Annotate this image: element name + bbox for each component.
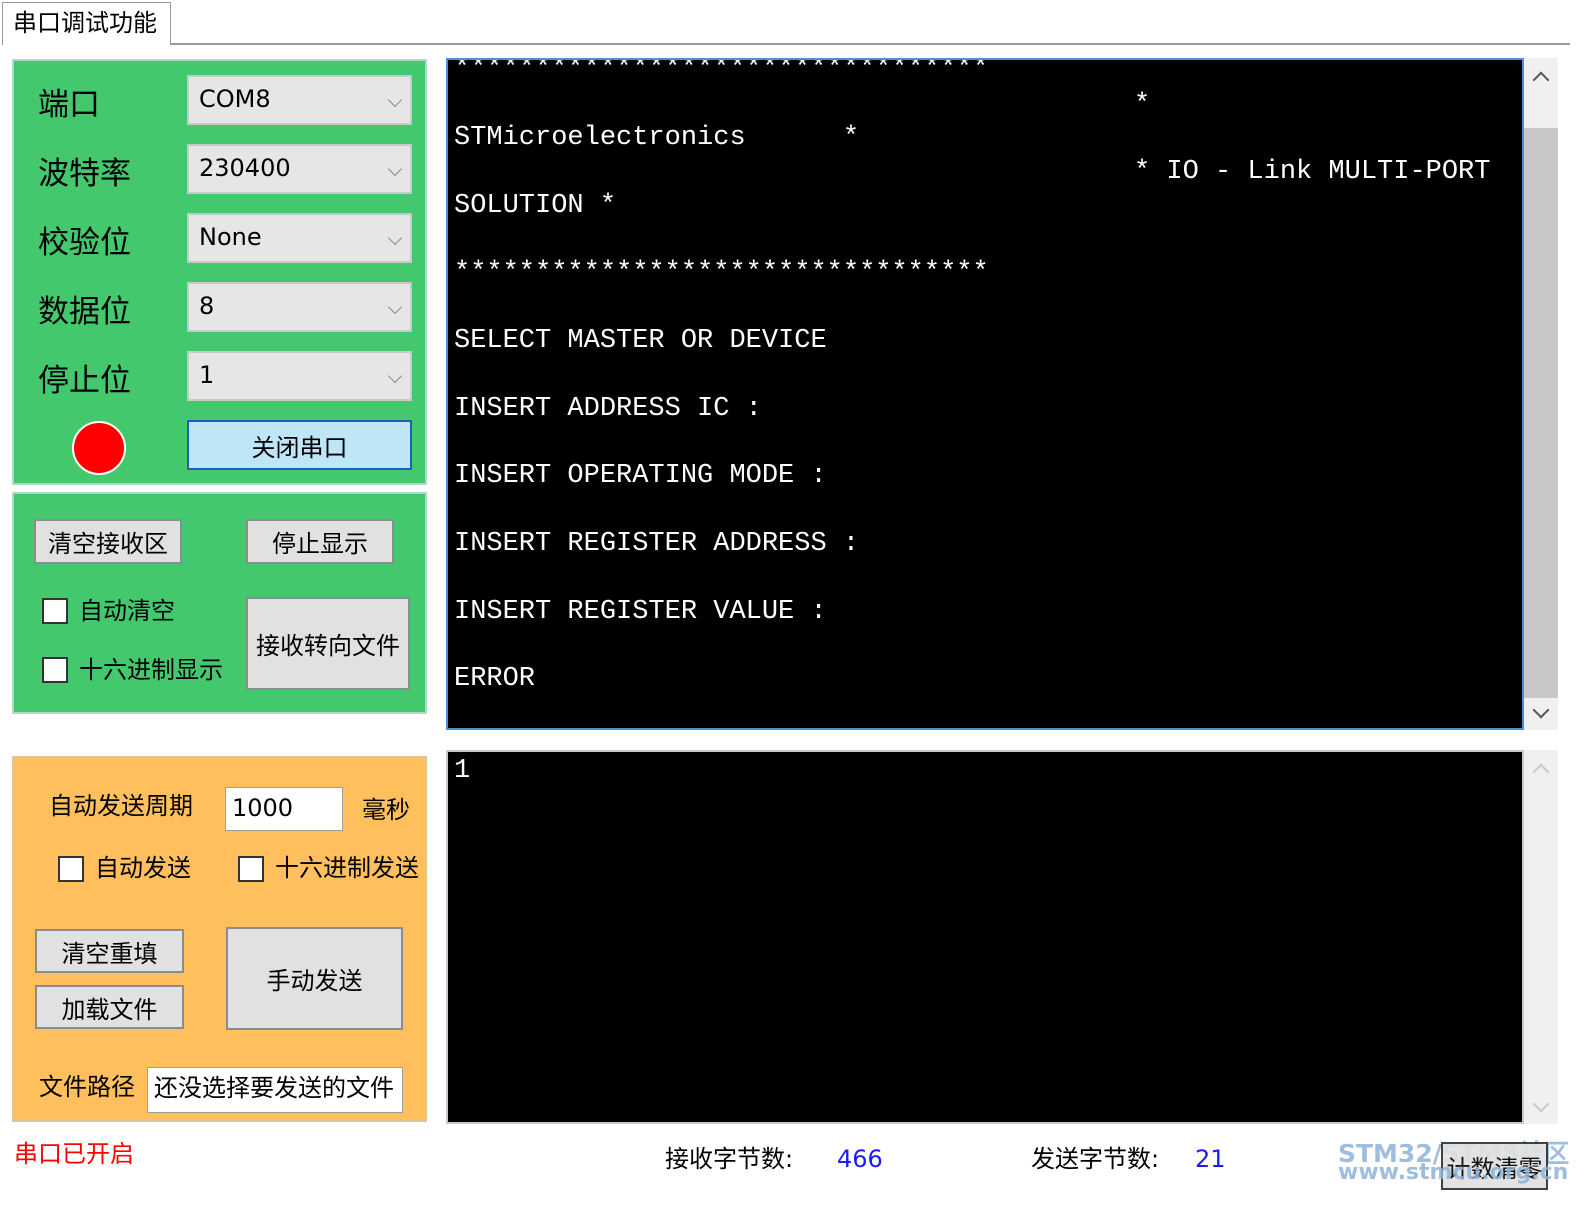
receive-options-panel: 清空接收区 停止显示 自动清空 十六进制显示 接收转向文件 <box>12 492 427 714</box>
manual-send-button[interactable]: 手动发送 <box>226 927 403 1030</box>
tab-serial-debug[interactable]: 串口调试功能 <box>2 2 171 45</box>
receive-line: SOLUTION * <box>454 191 616 221</box>
receive-line: INSERT REGISTER VALUE : <box>454 597 827 627</box>
rx-count-label: 接收字节数: <box>665 1142 793 1176</box>
port-status-text: 串口已开启 <box>14 1137 134 1171</box>
chevron-down-icon <box>388 231 402 245</box>
port-status-led <box>72 421 126 475</box>
port-label: 端口 <box>38 85 100 125</box>
receive-line: ********************************* <box>454 258 989 288</box>
hex-display-label: 十六进制显示 <box>79 653 223 687</box>
file-path-input[interactable]: 还没选择要发送的文件 <box>147 1067 403 1113</box>
serial-settings-panel: 端口 COM8 波特率 230400 校验位 None 数据位 8 停止位 1 … <box>12 59 427 485</box>
send-text: 1 <box>454 756 470 786</box>
watermark-line2: www.stmcu.org.cn <box>1338 1160 1568 1185</box>
auto-send-period-label: 自动发送周期 <box>49 789 193 823</box>
chevron-down-icon <box>388 93 402 107</box>
receive-line: * IO - Link MULTI-PORT <box>1134 157 1490 187</box>
send-scrollbar[interactable] <box>1524 750 1558 1124</box>
data-bits-select[interactable]: 8 <box>187 282 412 332</box>
clear-receive-button[interactable]: 清空接收区 <box>34 519 182 564</box>
receive-line: * <box>1134 90 1150 120</box>
parity-label: 校验位 <box>38 223 131 263</box>
chevron-down-icon <box>388 162 402 176</box>
scroll-up-icon[interactable] <box>1533 72 1550 89</box>
auto-send-checkbox[interactable] <box>58 856 84 882</box>
stop-bits-label: 停止位 <box>38 361 131 401</box>
period-unit-label: 毫秒 <box>362 793 410 827</box>
rx-count-value: 466 <box>837 1142 883 1176</box>
stop-bits-select[interactable]: 1 <box>187 351 412 401</box>
baud-rate-select[interactable]: 230400 <box>187 144 412 194</box>
receive-line: INSERT OPERATING MODE : <box>454 461 827 491</box>
data-bits-label: 数据位 <box>38 292 131 332</box>
baud-rate-label: 波特率 <box>38 154 131 194</box>
receive-line: SELECT MASTER OR DEVICE <box>454 326 827 356</box>
scroll-down-icon[interactable] <box>1533 702 1550 719</box>
stop-display-button[interactable]: 停止显示 <box>246 519 394 564</box>
baud-rate-value: 230400 <box>199 154 291 182</box>
hex-send-checkbox[interactable] <box>238 856 264 882</box>
auto-send-period-input[interactable]: 1000 <box>225 787 343 831</box>
port-select[interactable]: COM8 <box>187 75 412 125</box>
receive-line: INSERT ADDRESS IC : <box>454 394 762 424</box>
receive-scrollbar[interactable] <box>1524 58 1558 730</box>
chevron-down-icon <box>388 369 402 383</box>
send-area[interactable]: 1 <box>446 750 1524 1124</box>
chevron-down-icon <box>388 300 402 314</box>
receive-line: ERROR <box>454 664 535 694</box>
receive-line: STMicroelectronics * <box>454 123 859 153</box>
scroll-down-icon[interactable] <box>1533 1096 1550 1113</box>
tx-count-value: 21 <box>1195 1142 1226 1176</box>
redirect-to-file-button[interactable]: 接收转向文件 <box>246 597 410 690</box>
auto-send-label: 自动发送 <box>95 851 191 885</box>
send-options-panel: 自动发送周期 1000 毫秒 自动发送 十六进制发送 清空重填 加载文件 手动发… <box>12 756 427 1122</box>
parity-value: None <box>199 223 262 251</box>
tx-count-label: 发送字节数: <box>1031 1142 1159 1176</box>
stop-bits-value: 1 <box>199 361 214 389</box>
port-value: COM8 <box>199 85 271 113</box>
receive-line: ********************************* <box>454 58 989 84</box>
close-port-button[interactable]: 关闭串口 <box>187 420 412 470</box>
auto-clear-checkbox[interactable] <box>42 598 68 624</box>
tab-strip-divider <box>170 43 1570 45</box>
receive-line: INSERT REGISTER ADDRESS : <box>454 529 859 559</box>
data-bits-value: 8 <box>199 292 214 320</box>
scroll-up-icon[interactable] <box>1533 764 1550 781</box>
clear-refill-button[interactable]: 清空重填 <box>35 929 184 973</box>
receive-area[interactable]: ********************************* * STMi… <box>446 58 1524 730</box>
parity-select[interactable]: None <box>187 213 412 263</box>
file-path-label: 文件路径 <box>39 1070 135 1104</box>
receive-scroll-thumb[interactable] <box>1524 128 1558 698</box>
hex-display-checkbox[interactable] <box>42 657 68 683</box>
auto-clear-label: 自动清空 <box>79 594 175 628</box>
load-file-button[interactable]: 加载文件 <box>35 985 184 1029</box>
hex-send-label: 十六进制发送 <box>275 851 419 885</box>
